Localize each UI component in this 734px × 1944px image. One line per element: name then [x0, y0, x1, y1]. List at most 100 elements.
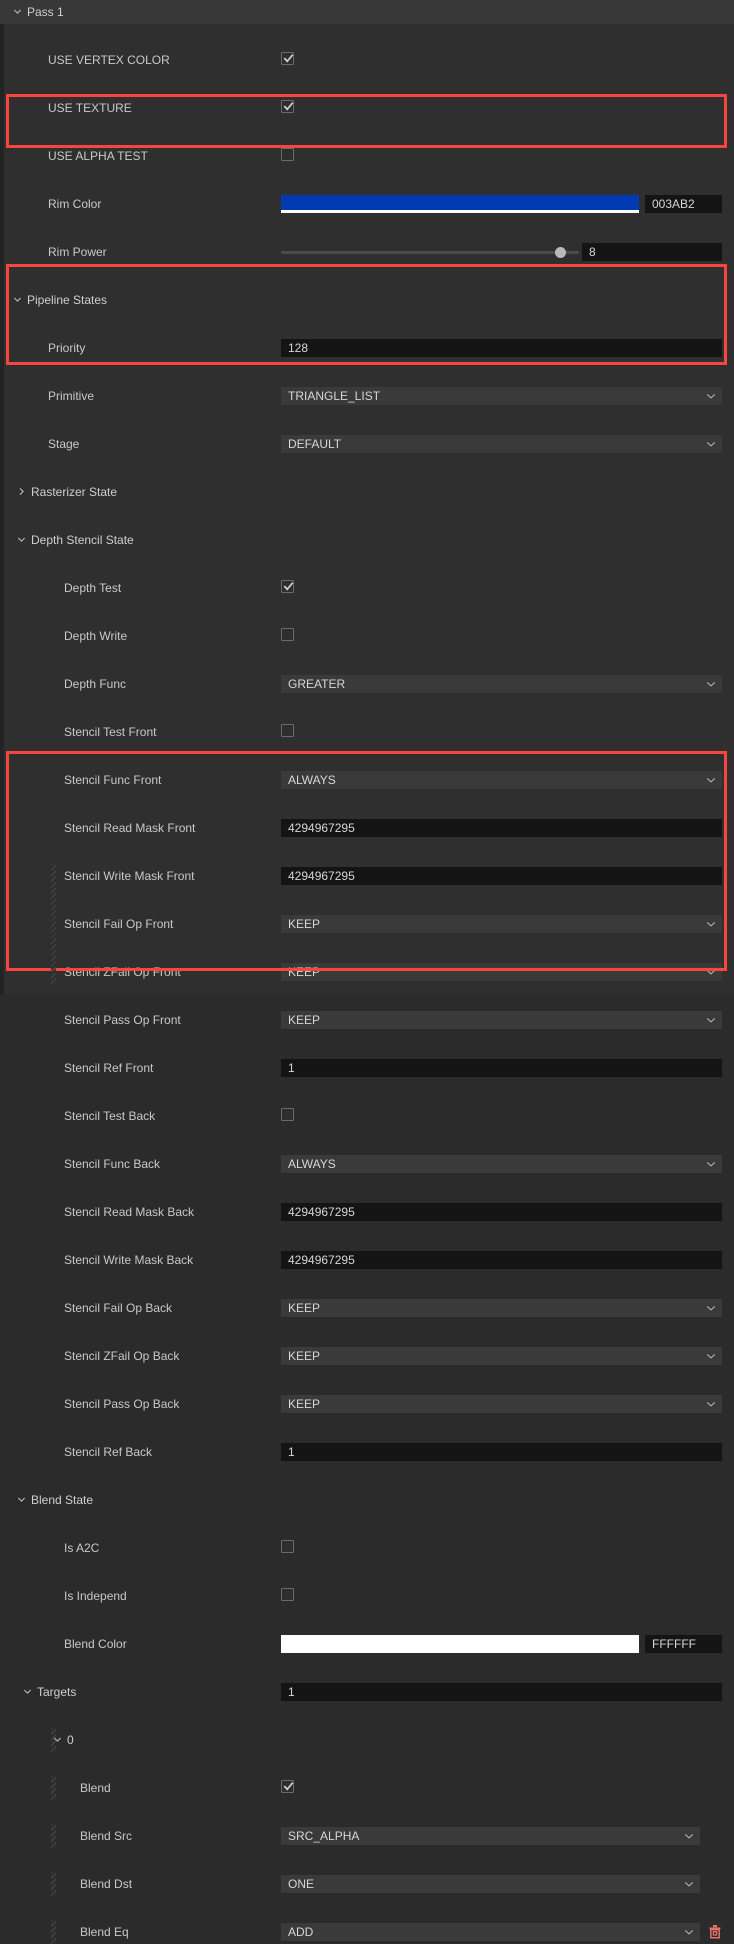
- checkbox-depth-test[interactable]: [281, 580, 294, 593]
- property-row-stencil-test-back[interactable]: Stencil Test Back: [0, 1104, 734, 1128]
- chevron-down-icon[interactable]: [706, 963, 716, 981]
- text-input-stencil-write-mask-front[interactable]: 4294967295: [281, 867, 722, 885]
- slider-track[interactable]: [281, 251, 579, 254]
- text-input-stencil-write-mask-back[interactable]: 4294967295: [281, 1251, 722, 1269]
- number-input-rim-power[interactable]: 8: [582, 243, 722, 261]
- property-row-stencil-func-front[interactable]: Stencil Func Front ALWAYS: [0, 768, 734, 792]
- chevron-right-icon[interactable]: [14, 480, 28, 504]
- property-row-pass-1[interactable]: Pass 1: [0, 0, 734, 24]
- dropdown-stencil-fail-op-back[interactable]: KEEP: [281, 1299, 722, 1317]
- property-row-rim-color[interactable]: Rim Color 003AB2: [0, 192, 734, 216]
- property-row-primitive[interactable]: Primitive TRIANGLE_LIST: [0, 384, 734, 408]
- text-input-targets[interactable]: 1: [281, 1683, 722, 1701]
- property-row-stencil-test-front[interactable]: Stencil Test Front: [0, 720, 734, 744]
- property-row-stencil-write-mask-front[interactable]: Stencil Write Mask Front 4294967295: [0, 864, 734, 888]
- text-input-stencil-ref-front[interactable]: 1: [281, 1059, 722, 1077]
- property-row-target-0[interactable]: 0: [0, 1728, 734, 1752]
- property-row-stage[interactable]: Stage DEFAULT: [0, 432, 734, 456]
- text-input-stencil-read-mask-front[interactable]: 4294967295: [281, 819, 722, 837]
- property-row-rasterizer-state[interactable]: Rasterizer State: [0, 480, 734, 504]
- checkbox-use-vertex-color[interactable]: [281, 52, 294, 65]
- property-row-stencil-fail-op-front[interactable]: Stencil Fail Op Front KEEP: [0, 912, 734, 936]
- color-swatch-blend-color[interactable]: [281, 1635, 639, 1653]
- property-row-stencil-func-back[interactable]: Stencil Func Back ALWAYS: [0, 1152, 734, 1176]
- dropdown-stencil-pass-op-front[interactable]: KEEP: [281, 1011, 722, 1029]
- property-row-blend[interactable]: Blend: [0, 1776, 734, 1800]
- property-row-stencil-pass-op-back[interactable]: Stencil Pass Op Back KEEP: [0, 1392, 734, 1416]
- chevron-down-icon[interactable]: [706, 1299, 716, 1317]
- checkbox-stencil-test-front[interactable]: [281, 724, 294, 737]
- property-row-is-independ[interactable]: Is Independ: [0, 1584, 734, 1608]
- property-row-use-texture[interactable]: USE TEXTURE: [0, 96, 734, 120]
- trash-icon[interactable]: [708, 1924, 722, 1940]
- property-row-stencil-ref-back[interactable]: Stencil Ref Back 1: [0, 1440, 734, 1464]
- property-row-blend-src[interactable]: Blend Src SRC_ALPHA: [0, 1824, 734, 1848]
- chevron-down-icon[interactable]: [706, 675, 716, 693]
- dropdown-blend-src[interactable]: SRC_ALPHA: [281, 1827, 700, 1845]
- property-row-stencil-pass-op-front[interactable]: Stencil Pass Op Front KEEP: [0, 1008, 734, 1032]
- property-row-blend-dst[interactable]: Blend Dst ONE: [0, 1872, 734, 1896]
- property-row-blend-state[interactable]: Blend State: [0, 1488, 734, 1512]
- dropdown-stencil-func-back[interactable]: ALWAYS: [281, 1155, 722, 1173]
- checkbox-stencil-test-back[interactable]: [281, 1108, 294, 1121]
- property-row-is-a2c[interactable]: Is A2C: [0, 1536, 734, 1560]
- color-swatch-rim-color[interactable]: [281, 195, 639, 213]
- chevron-down-icon[interactable]: [706, 1395, 716, 1413]
- property-row-stencil-zfail-op-back[interactable]: Stencil ZFail Op Back KEEP: [0, 1344, 734, 1368]
- dropdown-depth-func[interactable]: GREATER: [281, 675, 722, 693]
- dropdown-blend-dst[interactable]: ONE: [281, 1875, 700, 1893]
- text-input-stencil-ref-back[interactable]: 1: [281, 1443, 722, 1461]
- checkbox-use-alpha-test[interactable]: [281, 148, 294, 161]
- chevron-down-icon[interactable]: [706, 771, 716, 789]
- dropdown-stencil-func-front[interactable]: ALWAYS: [281, 771, 722, 789]
- property-row-depth-test[interactable]: Depth Test: [0, 576, 734, 600]
- checkbox-blend[interactable]: [281, 1780, 294, 1793]
- property-row-stencil-read-mask-front[interactable]: Stencil Read Mask Front 4294967295: [0, 816, 734, 840]
- dropdown-stage[interactable]: DEFAULT: [281, 435, 722, 453]
- dropdown-stencil-fail-op-front[interactable]: KEEP: [281, 915, 722, 933]
- hex-input-blend-color[interactable]: FFFFFF: [645, 1635, 722, 1653]
- chevron-down-icon[interactable]: [706, 435, 716, 453]
- dropdown-stencil-pass-op-back[interactable]: KEEP: [281, 1395, 722, 1413]
- property-row-stencil-ref-front[interactable]: Stencil Ref Front 1: [0, 1056, 734, 1080]
- checkbox-use-texture[interactable]: [281, 100, 294, 113]
- chevron-down-icon[interactable]: [684, 1827, 694, 1845]
- chevron-down-icon[interactable]: [684, 1923, 694, 1941]
- property-row-depth-write[interactable]: Depth Write: [0, 624, 734, 648]
- property-row-stencil-write-mask-back[interactable]: Stencil Write Mask Back 4294967295: [0, 1248, 734, 1272]
- property-row-pipeline-states[interactable]: Pipeline States: [0, 288, 734, 312]
- checkbox-depth-write[interactable]: [281, 628, 294, 641]
- slider-rim-power[interactable]: [281, 243, 579, 261]
- checkbox-is-a2c[interactable]: [281, 1540, 294, 1553]
- property-row-rim-power[interactable]: Rim Power 8: [0, 240, 734, 264]
- dropdown-stencil-zfail-op-back[interactable]: KEEP: [281, 1347, 722, 1365]
- property-row-use-alpha-test[interactable]: USE ALPHA TEST: [0, 144, 734, 168]
- property-row-stencil-zfail-op-front[interactable]: Stencil ZFail Op Front KEEP: [0, 960, 734, 984]
- property-row-depth-stencil-state[interactable]: Depth Stencil State: [0, 528, 734, 552]
- chevron-down-icon[interactable]: [20, 1680, 34, 1704]
- property-row-use-vertex-color[interactable]: USE VERTEX COLOR: [0, 48, 734, 72]
- chevron-down-icon[interactable]: [706, 1011, 716, 1029]
- chevron-down-icon[interactable]: [14, 1488, 28, 1512]
- chevron-down-icon[interactable]: [706, 1347, 716, 1365]
- text-input-priority[interactable]: 128: [281, 339, 722, 357]
- property-row-targets[interactable]: Targets 1: [0, 1680, 734, 1704]
- chevron-down-icon[interactable]: [50, 1728, 64, 1752]
- chevron-down-icon[interactable]: [706, 387, 716, 405]
- dropdown-primitive[interactable]: TRIANGLE_LIST: [281, 387, 722, 405]
- slider-handle[interactable]: [555, 247, 566, 258]
- hex-input-rim-color[interactable]: 003AB2: [645, 195, 722, 213]
- property-row-priority[interactable]: Priority 128: [0, 336, 734, 360]
- checkbox-is-independ[interactable]: [281, 1588, 294, 1601]
- chevron-down-icon[interactable]: [706, 915, 716, 933]
- property-row-stencil-fail-op-back[interactable]: Stencil Fail Op Back KEEP: [0, 1296, 734, 1320]
- text-input-stencil-read-mask-back[interactable]: 4294967295: [281, 1203, 722, 1221]
- property-row-blend-color[interactable]: Blend Color FFFFFF: [0, 1632, 734, 1656]
- chevron-down-icon[interactable]: [684, 1875, 694, 1893]
- dropdown-stencil-zfail-op-front[interactable]: KEEP: [281, 963, 722, 981]
- chevron-down-icon[interactable]: [10, 288, 24, 312]
- chevron-down-icon[interactable]: [10, 0, 24, 24]
- property-row-depth-func[interactable]: Depth Func GREATER: [0, 672, 734, 696]
- chevron-down-icon[interactable]: [706, 1155, 716, 1173]
- property-row-blend-eq[interactable]: Blend Eq ADD: [0, 1920, 734, 1944]
